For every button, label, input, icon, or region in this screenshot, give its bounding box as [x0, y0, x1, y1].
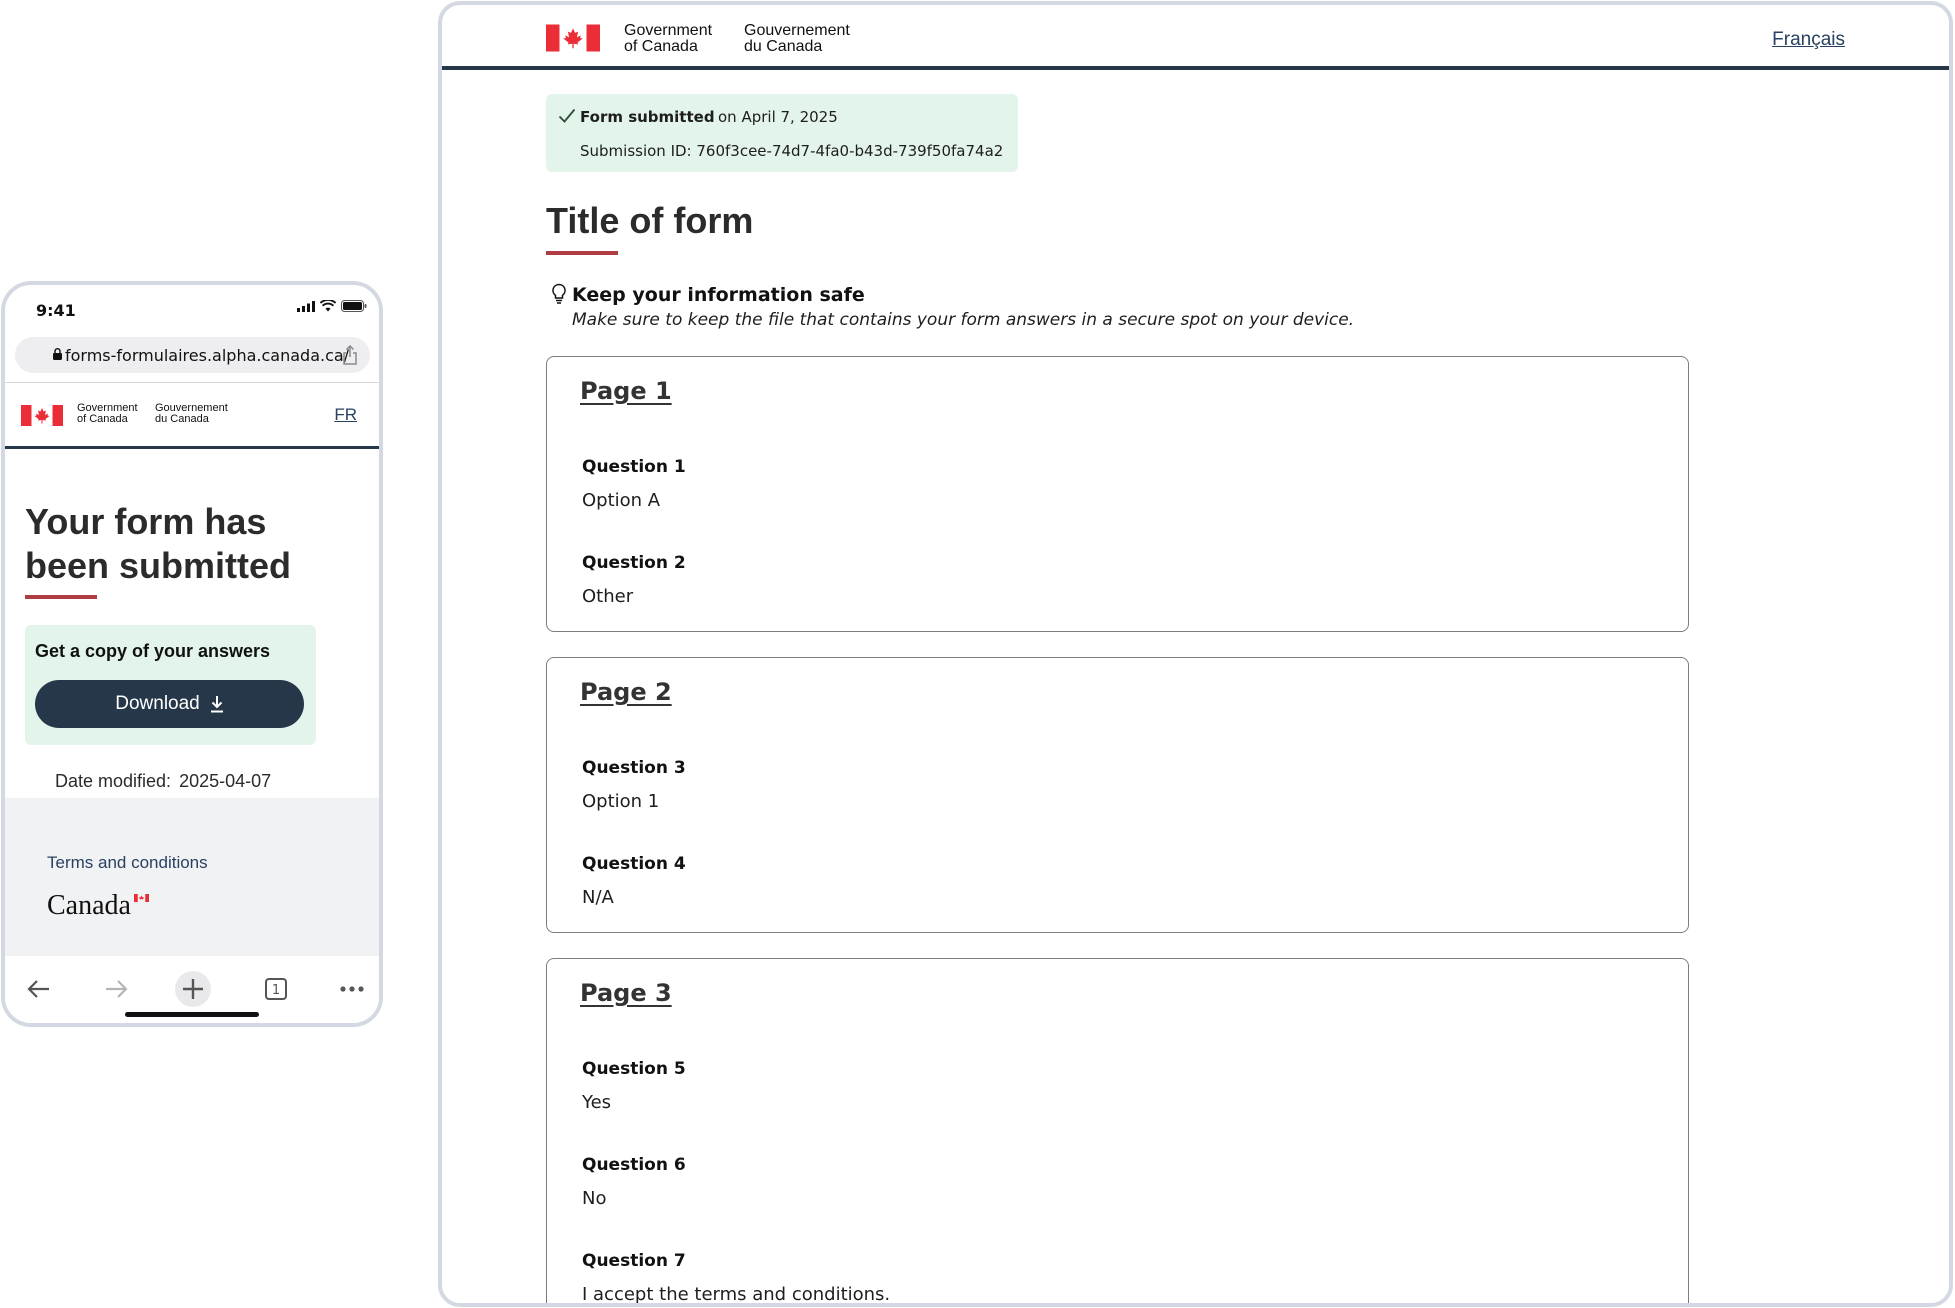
submission-status: Form submitted	[580, 108, 715, 126]
form-title: Title of form	[546, 200, 754, 241]
question-label: Question 6	[582, 1155, 686, 1175]
submission-banner: Form submitted on April 7, 2025 Submissi…	[546, 94, 1018, 172]
page-section-2: Page 2 Question 3 Option 1 Question 4 N/…	[546, 657, 1689, 933]
date-modified-label: Date modified:	[55, 771, 172, 791]
more-button[interactable]	[335, 972, 369, 1006]
page-heading: Page 3	[580, 979, 672, 1007]
question-answer: N/A	[582, 887, 614, 908]
home-indicator	[125, 1012, 259, 1017]
new-tab-icon	[183, 979, 203, 999]
tip-title: Keep your information safe	[572, 284, 865, 306]
title-underline	[546, 251, 618, 255]
date-modified-value: 2025-04-07	[179, 771, 272, 791]
canada-wordmark: Canada	[47, 890, 131, 921]
share-icon[interactable]	[342, 345, 358, 365]
signature-en-line1: Government	[624, 22, 713, 39]
language-toggle-link[interactable]: FR	[334, 405, 357, 425]
site-header: Government of Canada Gouvernement du Can…	[5, 383, 379, 449]
wifi-icon	[320, 300, 336, 312]
page-section-3: Page 3 Question 5 Yes Question 6 No Ques…	[546, 958, 1689, 1305]
status-icons	[297, 300, 367, 312]
copy-answers-card: Get a copy of your answers Download	[25, 625, 316, 745]
question-label: Question 2	[582, 553, 686, 573]
forward-icon	[106, 980, 128, 998]
question-label: Question 1	[582, 457, 686, 477]
site-footer: Terms and conditions Canada	[5, 798, 379, 956]
tabs-icon: 1	[265, 978, 287, 1000]
status-time: 9:41	[36, 301, 76, 320]
address-bar[interactable]: forms-formulaires.alpha.canada.ca/	[15, 337, 370, 373]
download-icon	[210, 696, 223, 713]
status-bar: 9:41	[5, 285, 379, 331]
tip-text: Make sure to keep the file that contains…	[572, 310, 1355, 330]
question-label: Question 4	[582, 854, 686, 874]
question-label: Question 7	[582, 1251, 686, 1271]
signature-fr-line2: du Canada	[155, 413, 209, 425]
page-title: Your form has been submitted	[25, 501, 292, 586]
copy-card-title: Get a copy of your answers	[35, 641, 271, 661]
checkmark-icon	[558, 108, 576, 123]
signature-fr-line1: Gouvernement	[744, 22, 850, 39]
signature-french: Gouvernement du Canada	[744, 23, 850, 55]
page-section-1: Page 1 Question 1 Option A Question 2 Ot…	[546, 356, 1689, 632]
question-answer: Option A	[582, 490, 661, 511]
submission-id: Submission ID: 760f3cee-74d7-4fa0-b43d-7…	[580, 142, 1004, 160]
page-heading: Page 1	[580, 377, 672, 405]
lightbulb-icon	[552, 283, 566, 304]
site-header: Government of Canada Gouvernement du Can…	[442, 5, 1949, 70]
title-underline	[25, 595, 97, 599]
tab-count: 1	[272, 983, 280, 998]
desktop-browser-frame: Government of Canada Gouvernement du Can…	[438, 1, 1953, 1307]
download-button[interactable]: Download	[35, 680, 304, 728]
language-toggle-link[interactable]: Français	[1772, 29, 1845, 51]
signature-french: Gouvernement du Canada	[155, 403, 228, 425]
battery-icon	[341, 300, 367, 312]
question-answer: Other	[582, 586, 634, 607]
more-icon	[340, 986, 364, 992]
mobile-device-frame: 9:41 forms-formulaires.alpha.canada.ca/	[1, 281, 383, 1027]
signature-en-line2: of Canada	[624, 38, 698, 55]
signature-en-line2: of Canada	[77, 413, 128, 425]
new-tab-button[interactable]	[175, 971, 211, 1007]
download-button-label: Download	[115, 693, 200, 714]
wordmark-flag-icon	[134, 894, 149, 902]
signature-english: Government of Canada	[624, 23, 712, 55]
question-answer: Yes	[582, 1092, 612, 1113]
canada-flag-icon[interactable]	[21, 405, 63, 426]
signal-icon	[297, 300, 315, 312]
back-icon	[27, 980, 49, 998]
signature-fr-line2: du Canada	[744, 38, 823, 55]
date-modified: Date modified: 2025-04-07	[55, 771, 271, 792]
canada-flag-icon[interactable]	[546, 24, 600, 52]
submission-date: on April 7, 2025	[718, 108, 838, 126]
page-heading: Page 2	[580, 678, 672, 706]
signature-english: Government of Canada	[77, 403, 138, 425]
question-label: Question 5	[582, 1059, 686, 1079]
question-answer: Option 1	[582, 791, 660, 812]
question-answer: I accept the terms and conditions.	[582, 1284, 891, 1305]
lock-icon	[53, 348, 62, 360]
question-answer: No	[582, 1188, 607, 1209]
url-text: forms-formulaires.alpha.canada.ca/	[65, 345, 350, 365]
forward-button[interactable]	[99, 972, 133, 1006]
question-label: Question 3	[582, 758, 686, 778]
back-button[interactable]	[22, 972, 56, 1006]
tabs-button[interactable]: 1	[259, 972, 293, 1006]
terms-link[interactable]: Terms and conditions	[47, 853, 208, 873]
